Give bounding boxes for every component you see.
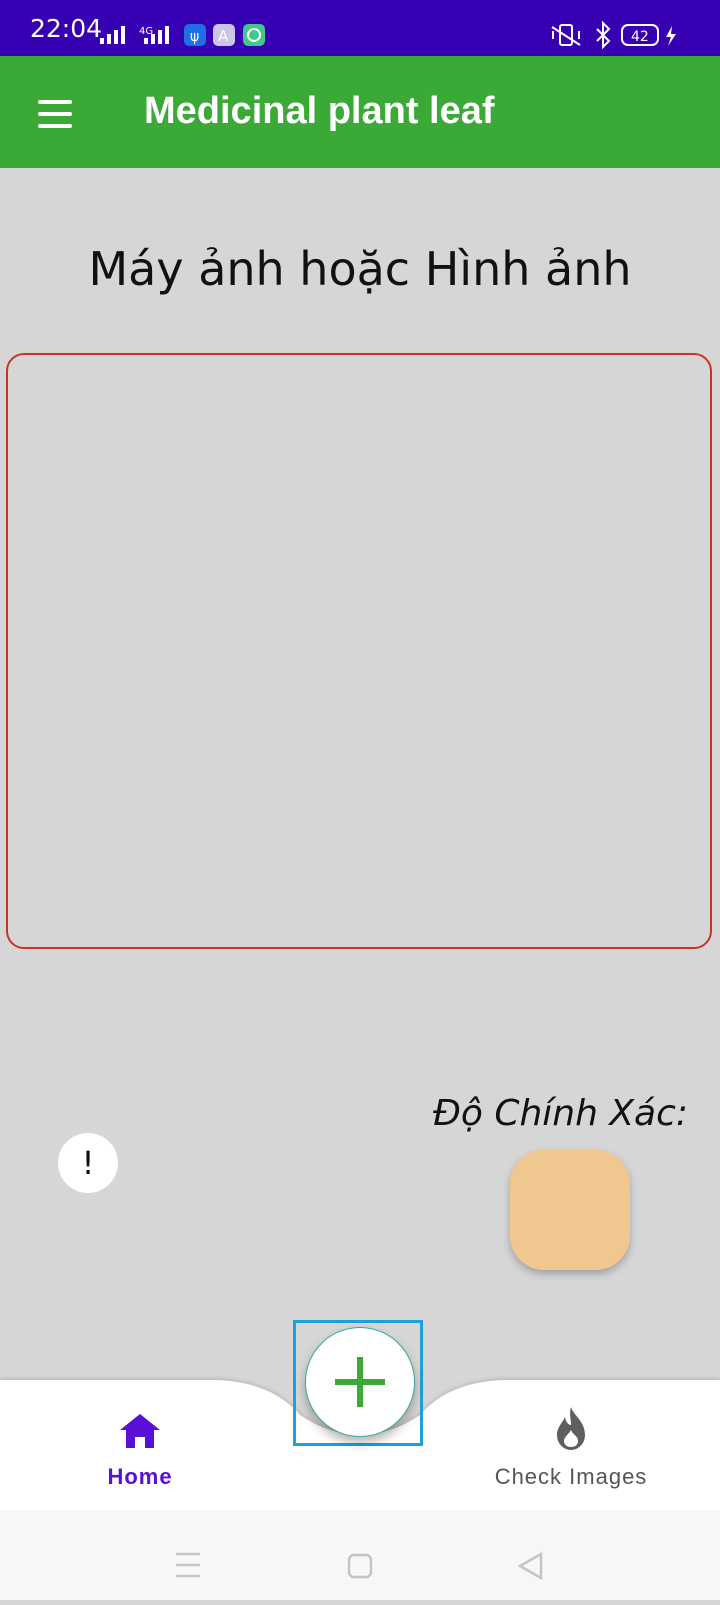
add-image-fab[interactable] — [305, 1327, 415, 1437]
status-signal-icons: 4G ψ A 42 — [100, 20, 676, 50]
image-preview-frame — [6, 353, 712, 949]
flame-icon — [557, 1407, 585, 1450]
accuracy-label: Độ Chính Xác: — [432, 1093, 688, 1134]
hamburger-menu-icon[interactable] — [34, 96, 74, 128]
home-square-icon[interactable] — [347, 1553, 373, 1579]
svg-text:42: 42 — [631, 29, 649, 45]
nav-home-label: Home — [107, 1464, 173, 1489]
svg-text:ψ: ψ — [190, 29, 199, 45]
back-triangle-icon[interactable] — [517, 1551, 543, 1581]
nav-item-home[interactable]: Home — [90, 1410, 190, 1489]
recents-icon[interactable] — [176, 1552, 200, 1578]
nav-item-check-images[interactable]: Check Images — [476, 1405, 666, 1489]
accuracy-value-box — [510, 1150, 630, 1270]
home-icon — [120, 1414, 160, 1448]
app-title: Medicinal plant leaf — [144, 90, 495, 132]
plus-icon — [335, 1357, 385, 1407]
network-type: 4G — [139, 26, 153, 37]
page-heading: Máy ảnh hoặc Hình ảnh — [88, 242, 632, 296]
nav-check-images-label: Check Images — [494, 1464, 648, 1489]
system-nav-bar — [0, 1510, 720, 1600]
info-button[interactable]: ! — [58, 1133, 118, 1193]
exclamation-icon: ! — [81, 1144, 95, 1182]
svg-text:A: A — [218, 27, 229, 45]
